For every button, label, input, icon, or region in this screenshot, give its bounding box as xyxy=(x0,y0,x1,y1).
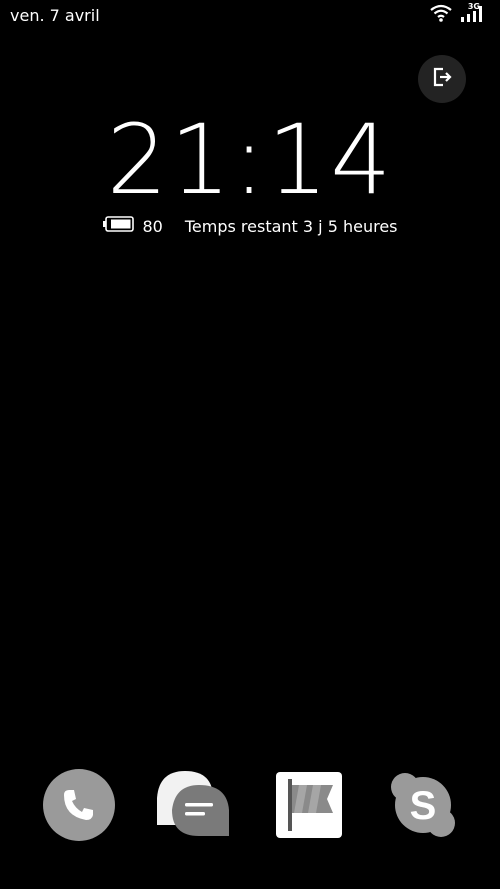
phone-app[interactable] xyxy=(42,768,116,846)
dock: S xyxy=(0,768,500,846)
messages-app[interactable] xyxy=(156,770,230,844)
status-icons: 3G xyxy=(430,2,486,26)
svg-text:S: S xyxy=(410,784,437,828)
flag-app[interactable] xyxy=(272,770,346,844)
network-type: 3G xyxy=(467,2,480,11)
clock: 21:14 xyxy=(106,104,394,216)
status-date: ven. 7 avril xyxy=(10,6,100,25)
battery-icon xyxy=(102,216,135,236)
skype-icon: S xyxy=(389,771,457,843)
signal-icon: 3G xyxy=(460,2,486,26)
exit-icon xyxy=(430,65,454,93)
flag-app-icon xyxy=(275,771,343,843)
status-bar: ven. 7 avril 3G xyxy=(0,0,500,32)
messages-icon xyxy=(155,768,231,846)
wifi-icon xyxy=(430,4,452,26)
battery-remaining: Temps restant 3 j 5 heures xyxy=(184,216,398,236)
skype-app[interactable]: S xyxy=(386,770,460,844)
exit-button[interactable] xyxy=(418,55,466,103)
battery-row: 80 Temps restant 3 j 5 heures xyxy=(0,216,500,236)
phone-icon xyxy=(42,768,116,846)
battery-percentage: 80 xyxy=(142,216,163,236)
